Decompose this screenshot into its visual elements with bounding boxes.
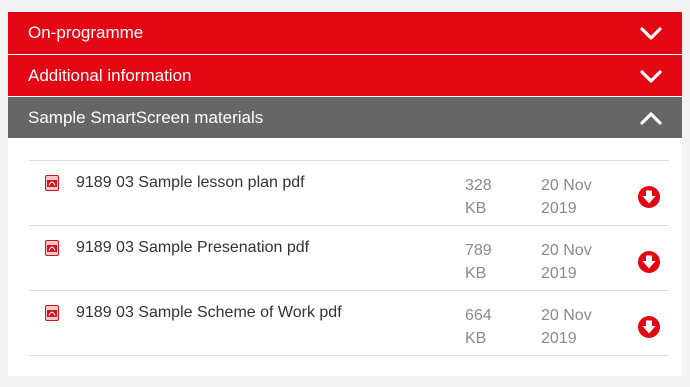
file-row: 9189 03 Sample Scheme of Work pdf 664 KB… <box>29 291 669 356</box>
accordion-title: Sample SmartScreen materials <box>28 107 264 127</box>
download-icon[interactable] <box>637 185 661 209</box>
file-date-year: 2019 <box>541 265 577 282</box>
file-size: 789 KB <box>465 239 525 285</box>
file-date: 20 Nov 2019 <box>541 304 621 350</box>
file-row: 9189 03 Sample lesson plan pdf 328 KB 20… <box>29 161 669 226</box>
file-size-value: 664 <box>465 307 492 324</box>
pdf-icon <box>45 240 59 256</box>
file-size-unit: KB <box>465 330 487 347</box>
file-date-day-month: 20 Nov <box>541 307 592 324</box>
file-date: 20 Nov 2019 <box>541 174 621 220</box>
file-date: 20 Nov 2019 <box>541 239 621 285</box>
file-name-link[interactable]: 9189 03 Sample Presenation pdf <box>76 239 309 257</box>
file-date-year: 2019 <box>541 200 577 217</box>
chevron-down-icon <box>640 27 662 40</box>
accordion-header-sample-smartscreen-materials[interactable]: Sample SmartScreen materials <box>8 97 682 138</box>
pdf-icon <box>45 175 59 191</box>
accordion-title: On-programme <box>28 23 144 42</box>
file-size-value: 789 <box>465 242 492 259</box>
chevron-up-icon <box>640 111 662 125</box>
file-size-unit: KB <box>465 265 487 282</box>
file-name-link[interactable]: 9189 03 Sample lesson plan pdf <box>76 174 305 192</box>
file-date-day-month: 20 Nov <box>541 177 592 194</box>
file-name-link[interactable]: 9189 03 Sample Scheme of Work pdf <box>76 304 342 322</box>
accordion-title: Additional information <box>28 65 192 85</box>
download-icon[interactable] <box>637 250 661 274</box>
chevron-down-icon <box>640 69 662 83</box>
accordion-header-on-programme[interactable]: On-programme <box>8 12 682 54</box>
file-date-day-month: 20 Nov <box>541 242 592 259</box>
file-date-year: 2019 <box>541 330 577 347</box>
file-list: 9189 03 Sample lesson plan pdf 328 KB 20… <box>29 160 669 356</box>
file-row: 9189 03 Sample Presenation pdf 789 KB 20… <box>29 226 669 291</box>
file-size: 664 KB <box>465 304 525 350</box>
accordion-panel-sample-smartscreen-materials: 9189 03 Sample lesson plan pdf 328 KB 20… <box>8 138 682 376</box>
materials-accordion: On-programme Additional information Samp… <box>8 12 682 376</box>
file-size-value: 328 <box>465 177 492 194</box>
file-size: 328 KB <box>465 174 525 220</box>
file-size-unit: KB <box>465 200 487 217</box>
accordion-header-additional-information[interactable]: Additional information <box>8 55 682 96</box>
pdf-icon <box>45 305 59 321</box>
download-icon[interactable] <box>637 315 661 339</box>
